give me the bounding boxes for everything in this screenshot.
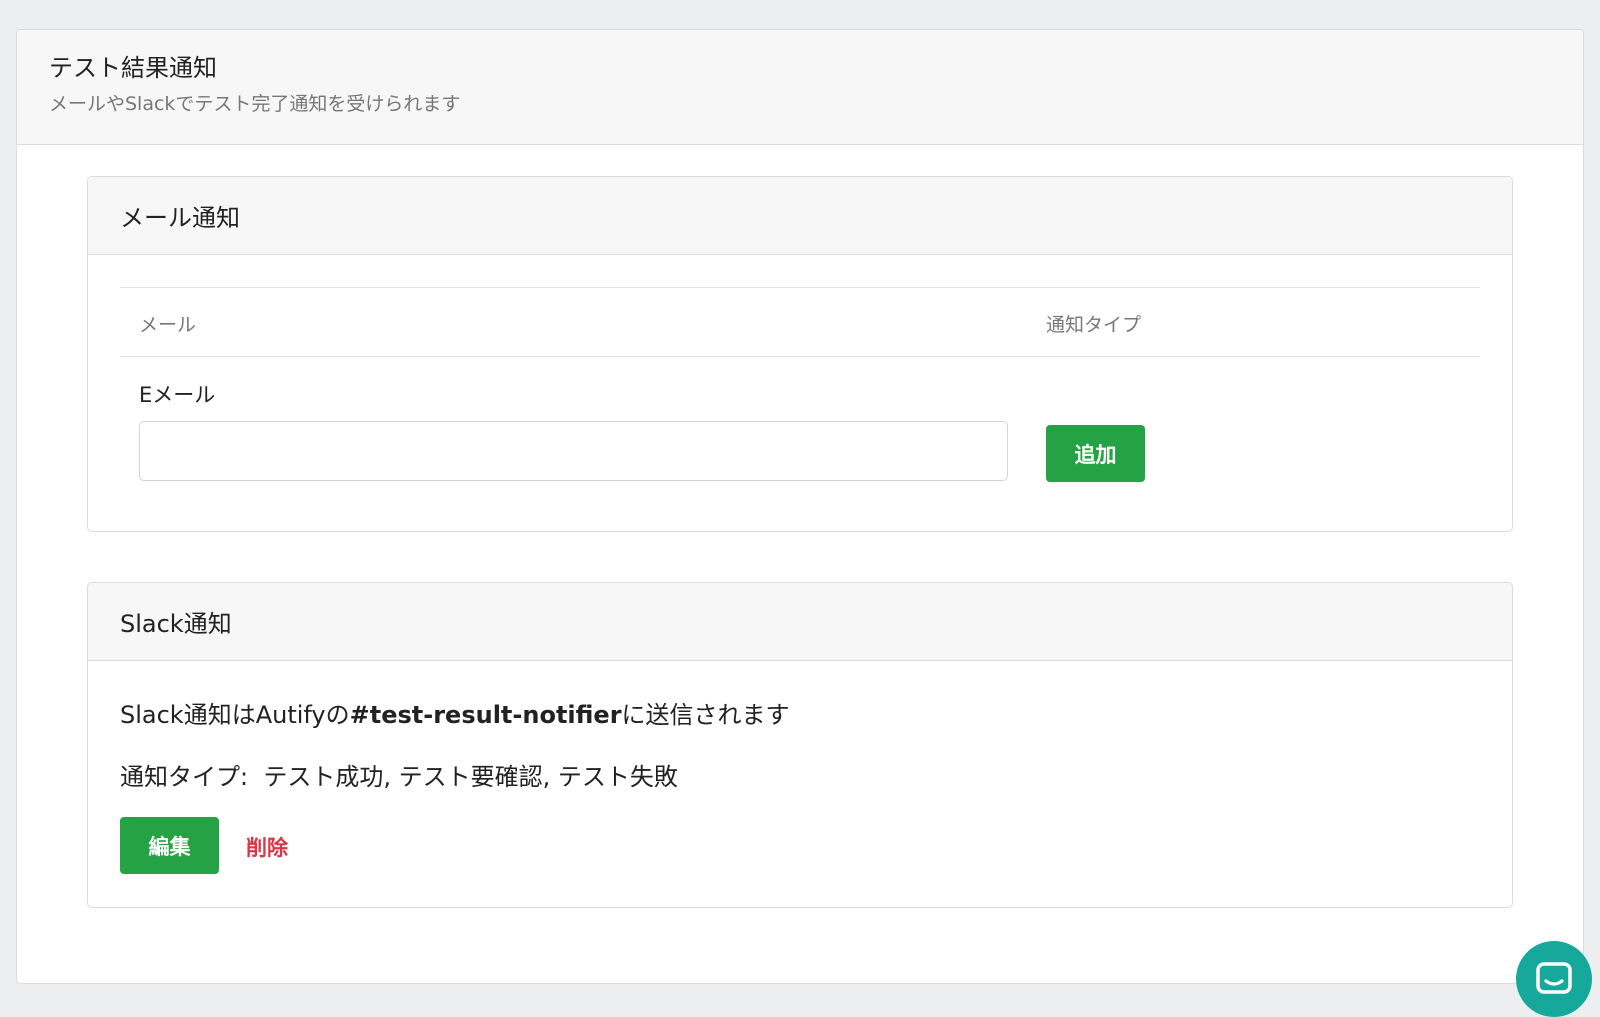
card-header: テスト結果通知 メールやSlackでテスト完了通知を受けられます [17, 30, 1583, 145]
slack-channel-name: #test-result-notifier [349, 701, 622, 729]
column-header-email: メール [139, 314, 197, 336]
slack-destination-text: Slack通知はAutifyの#test-result-notifierに送信さ… [120, 701, 790, 729]
add-button[interactable]: 追加 [1046, 425, 1145, 482]
column-header-notification-type: 通知タイプ [1046, 314, 1142, 336]
slack-notification-section: Slack通知 Slack通知はAutifyの#test-result-noti… [87, 582, 1513, 908]
page-subtitle: メールやSlackでテスト完了通知を受けられます [49, 93, 461, 115]
delete-link[interactable]: 削除 [246, 832, 288, 862]
table-header-row: メール 通知タイプ [120, 287, 1480, 357]
email-section-title: メール通知 [88, 177, 1512, 255]
chat-bubble-icon [1536, 962, 1572, 994]
email-table: メール 通知タイプ Eメール 追加 [120, 287, 1480, 482]
slack-section-title: Slack通知 [88, 583, 1512, 661]
notification-settings-card: テスト結果通知 メールやSlackでテスト完了通知を受けられます メール通知 メ… [16, 29, 1584, 984]
slack-notification-types: 通知タイプ: テスト成功, テスト要確認, テスト失敗 [120, 763, 678, 791]
email-field-label: Eメール [139, 383, 216, 407]
page-title: テスト結果通知 [49, 54, 217, 82]
email-notification-section: メール通知 メール 通知タイプ Eメール 追加 [87, 176, 1513, 532]
chat-launcher-button[interactable] [1516, 941, 1592, 1017]
edit-button[interactable]: 編集 [120, 817, 219, 874]
email-field[interactable] [139, 421, 1008, 481]
